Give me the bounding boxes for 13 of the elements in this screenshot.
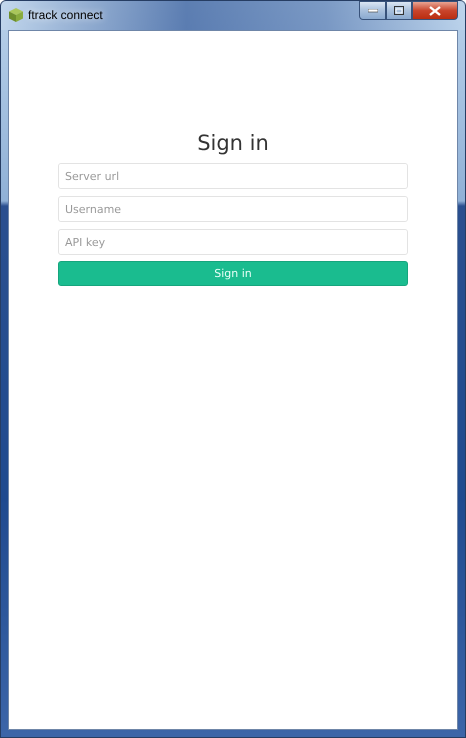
input-field[interactable]: Server url [58,163,408,189]
maximize-button[interactable] [386,1,412,20]
minimize-button[interactable] [359,1,386,20]
sign-in-button[interactable]: Sign in [58,261,408,286]
cube-icon [8,7,24,23]
maximize-icon [394,6,404,15]
window-title: ftrack connect [28,8,103,22]
sign-in-heading: Sign in [197,131,269,155]
close-button[interactable] [412,1,458,20]
close-icon [429,6,441,16]
input-field[interactable]: Username [58,196,408,222]
minimize-icon [368,8,378,12]
input-field[interactable]: API key [58,229,408,255]
